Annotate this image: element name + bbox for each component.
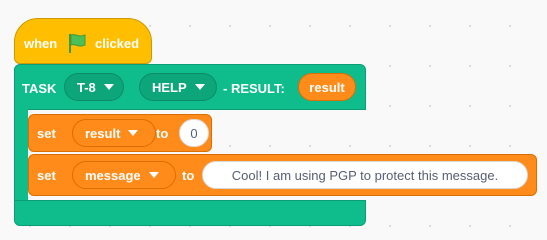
variable-dropdown-value: result — [85, 125, 121, 141]
set-label: set — [37, 126, 56, 141]
to-label: to — [156, 126, 169, 141]
task-block-arm — [14, 109, 28, 201]
value-input[interactable]: 0 — [179, 119, 209, 147]
set-message-block[interactable]: set message to Cool! I am using PGP to p… — [28, 154, 537, 196]
chevron-down-icon — [128, 130, 139, 136]
variable-dropdown-message[interactable]: message — [72, 161, 176, 189]
variable-dropdown-value: message — [85, 167, 141, 183]
chevron-down-icon — [103, 84, 114, 90]
task-block-bottom — [14, 200, 366, 226]
green-flag-icon — [69, 34, 86, 53]
result-reporter[interactable]: result — [298, 73, 356, 101]
chevron-down-icon — [148, 172, 159, 178]
set-result-block[interactable]: set result to 0 — [28, 114, 212, 152]
when-label: when — [24, 36, 58, 51]
task-label: TASK — [22, 81, 57, 96]
help-dropdown[interactable]: HELP — [139, 73, 217, 101]
variable-dropdown-result[interactable]: result — [72, 119, 156, 147]
to-label: to — [182, 168, 195, 183]
help-dropdown-value: HELP — [152, 79, 187, 95]
set-label: set — [37, 168, 56, 183]
result-label: - RESULT: — [223, 81, 285, 96]
clicked-label: clicked — [95, 36, 140, 51]
when-flag-clicked-block[interactable]: when clicked — [14, 18, 152, 64]
task-dropdown[interactable]: T-8 — [64, 73, 124, 101]
message-input[interactable]: Cool! I am using PGP to protect this mes… — [202, 161, 528, 189]
chevron-down-icon — [194, 84, 205, 90]
task-dropdown-value: T-8 — [77, 79, 96, 95]
